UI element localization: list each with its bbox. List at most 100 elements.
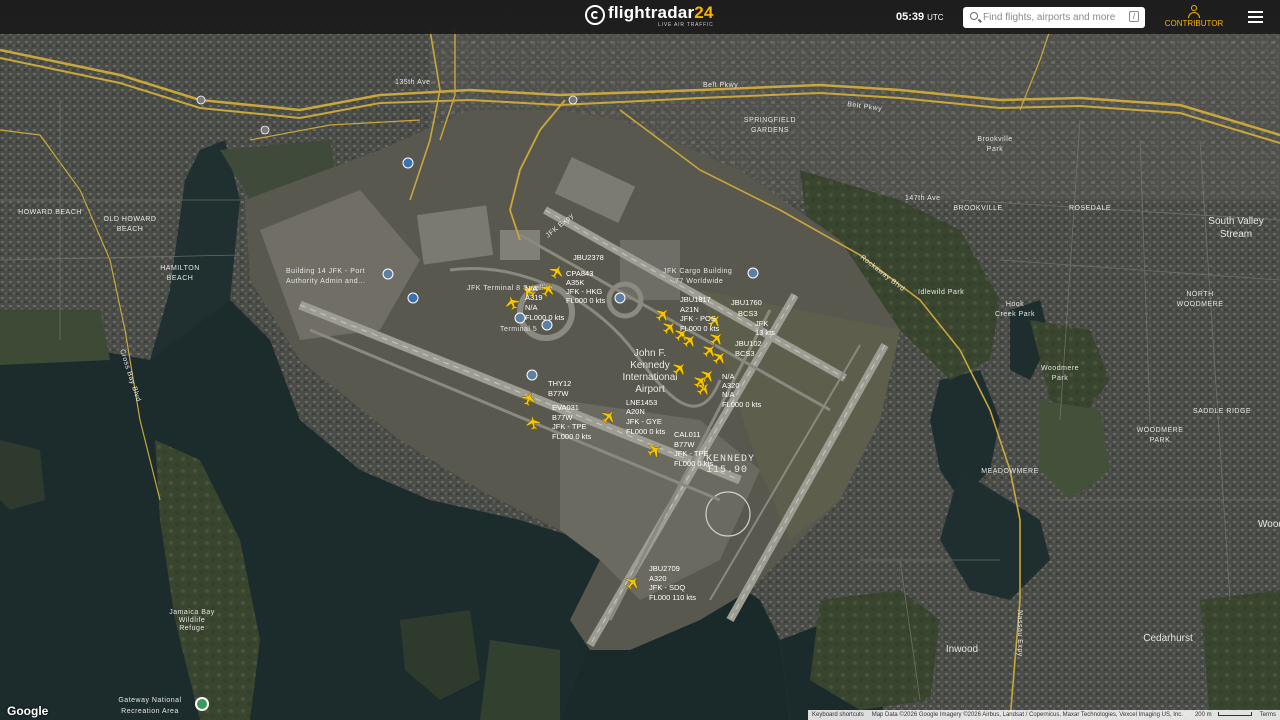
flight-route: JFK - TPE <box>552 422 586 431</box>
flight-callsign[interactable]: N/A <box>722 372 735 381</box>
flight-callsign[interactable]: JBU1760 <box>731 298 762 307</box>
label-north-woodmere-park-1: Woodmere <box>1041 365 1079 372</box>
flight-aircraft: A20N <box>626 407 645 416</box>
flight-altitude-speed: 13 kts <box>755 328 775 337</box>
building-poi-icon[interactable] <box>382 268 394 280</box>
flight-callsign[interactable]: JBU2378 <box>573 253 604 262</box>
terminal-poi-icon[interactable] <box>514 312 526 324</box>
vor-name: KENNEDY <box>706 454 755 465</box>
search-box[interactable]: / <box>963 7 1145 28</box>
label-jamaica-line3: Refuge <box>179 625 205 632</box>
label-gateway-line2: Recreation Area <box>121 708 179 715</box>
terminal-poi-icon[interactable] <box>526 369 538 381</box>
poi-cargo-line1: JFK Cargo Building <box>663 268 732 275</box>
logo-number: 24 <box>694 3 714 22</box>
airport-name-line4: Airport <box>635 384 665 395</box>
label-jamaica-line1: Jamaica Bay <box>169 609 215 616</box>
flight-altitude-speed: FL000 0 kts <box>626 427 665 436</box>
airport-name-line1: John F. <box>634 348 666 359</box>
flight-aircraft: A320 <box>722 381 740 390</box>
flight-altitude-speed: FL000 110 kts <box>649 593 696 602</box>
flight-route: JFK <box>755 319 768 328</box>
poi-building-14-line2: Authority Admin and... <box>286 278 365 285</box>
highway-shield-icon <box>407 292 419 304</box>
label-hamilton-line2: BEACH <box>167 275 194 282</box>
label-woodmere-park-line2: PARK <box>1150 437 1171 444</box>
label-old-howard-line1: OLD HOWARD <box>104 216 157 223</box>
flight-route: N/A <box>722 390 735 399</box>
flight-route: N/A <box>525 303 538 312</box>
flightradar24-logo[interactable]: flightradar24 LIVE AIR TRAFFIC <box>585 4 714 28</box>
label-belt-pkwy: Belt Pkwy <box>703 82 738 89</box>
flight-callsign[interactable]: CAL011 <box>674 430 701 439</box>
flight-callsign[interactable]: CPA843 <box>566 269 593 278</box>
flight-aircraft: BCS3 <box>735 349 755 358</box>
label-gateway-line1: Gateway National <box>118 697 181 704</box>
label-north-woodmere-line1: NORTH <box>1186 291 1213 298</box>
google-logo[interactable]: Google <box>7 704 48 718</box>
label-hook-creek-line1: Hook <box>1006 301 1024 308</box>
scale-label: 200 m <box>1194 712 1212 718</box>
flight-aircraft: B77W <box>552 413 573 422</box>
radar-icon <box>585 5 605 25</box>
flight-callsign[interactable]: JBU102 <box>735 339 762 348</box>
label-hamilton-line1: HAMILTON <box>160 265 200 272</box>
flight-callsign[interactable]: THY12 <box>548 379 571 388</box>
flight-altitude-speed: FL000 0 kts <box>674 459 713 468</box>
flight-callsign[interactable]: JBU2709 <box>649 564 680 573</box>
clock-time: 05:39 <box>896 11 925 23</box>
flight-aircraft: A21N <box>680 305 699 314</box>
flight-route: JFK - GYE <box>626 417 662 426</box>
flight-altitude-speed: FL000 0 kts <box>722 400 761 409</box>
label-jamaica-line2: Wildlife <box>179 617 206 624</box>
flight-aircraft: A319 <box>525 293 543 302</box>
utc-clock: 05:39 UTC <box>896 11 944 23</box>
label-north-woodmere-line2: WOODMERE <box>1177 301 1224 308</box>
clock-zone: UTC <box>927 13 944 22</box>
cargo-poi-icon[interactable] <box>747 267 759 279</box>
flight-altitude-speed: FL000 0 kts <box>552 432 591 441</box>
logo-tagline: LIVE AIR TRAFFIC <box>658 22 714 28</box>
top-bar: flightradar24 LIVE AIR TRAFFIC 05:39 UTC … <box>0 0 1280 34</box>
label-springfield-line2: GARDENS <box>751 127 789 134</box>
scale-bar <box>1217 712 1252 716</box>
label-north-woodmere-park-2: Park <box>1052 375 1068 382</box>
search-input[interactable] <box>983 10 1118 25</box>
flight-altitude-speed: FL000 0 kts <box>680 324 719 333</box>
terms-link[interactable]: Terms <box>1256 712 1280 718</box>
flight-route: JFK - HKG <box>566 287 602 296</box>
flight-aircraft: A320 <box>649 574 667 583</box>
label-old-howard-line2: BEACH <box>117 226 144 233</box>
map-data-credit: Map Data ©2026 Google Imagery ©2026 Airb… <box>871 712 1183 718</box>
flight-altitude-speed: FL000 0 kts <box>525 313 564 322</box>
flight-aircraft: B77W <box>674 440 695 449</box>
flight-route: JFK - POS <box>680 314 716 323</box>
label-rosedale: ROSEDALE <box>1069 205 1111 212</box>
label-147th-ave: 147th Ave <box>905 195 941 202</box>
contributor-account-button[interactable]: CONTRIBUTOR <box>1163 5 1225 28</box>
label-cedarhurst: Cedarhurst <box>1143 633 1193 644</box>
label-howard-beach: HOWARD BEACH <box>18 209 82 216</box>
flight-route: JFK - TPE <box>674 449 708 458</box>
satellite-map[interactable]: John F. Kennedy International Airport KE… <box>0 0 1280 720</box>
flight-callsign[interactable]: JBU1817 <box>680 295 711 304</box>
highway-shield-icon <box>402 157 414 169</box>
search-icon <box>970 12 978 20</box>
location-pin-icon[interactable] <box>195 697 209 711</box>
label-idlewild: Idlewild Park <box>918 289 964 296</box>
poi-cargo-line2: 77 Worldwide <box>675 278 723 285</box>
airport-name-line2: Kennedy <box>630 360 669 371</box>
poi-terminal-5: Terminal 5 <box>500 326 537 333</box>
flight-callsign[interactable]: EVA031 <box>552 403 579 412</box>
flight-callsign[interactable]: N/A <box>525 284 538 293</box>
hamburger-menu-icon[interactable] <box>1248 11 1263 23</box>
flight-aircraft: BCS3 <box>738 309 758 318</box>
scale-indicator[interactable]: 200 m <box>1187 712 1256 718</box>
map-attribution: Keyboard shortcuts Map Data ©2026 Google… <box>808 710 1280 720</box>
poi-terminal-8: JFK Terminal 8 Satellite <box>467 285 552 292</box>
keyboard-shortcuts-link[interactable]: Keyboard shortcuts <box>808 712 868 718</box>
logo-name: flightradar <box>608 3 695 22</box>
flight-callsign[interactable]: LNE1453 <box>626 398 657 407</box>
terminal-poi-icon[interactable] <box>614 292 626 304</box>
label-meadowmere: MEADOWMERE <box>981 468 1039 475</box>
